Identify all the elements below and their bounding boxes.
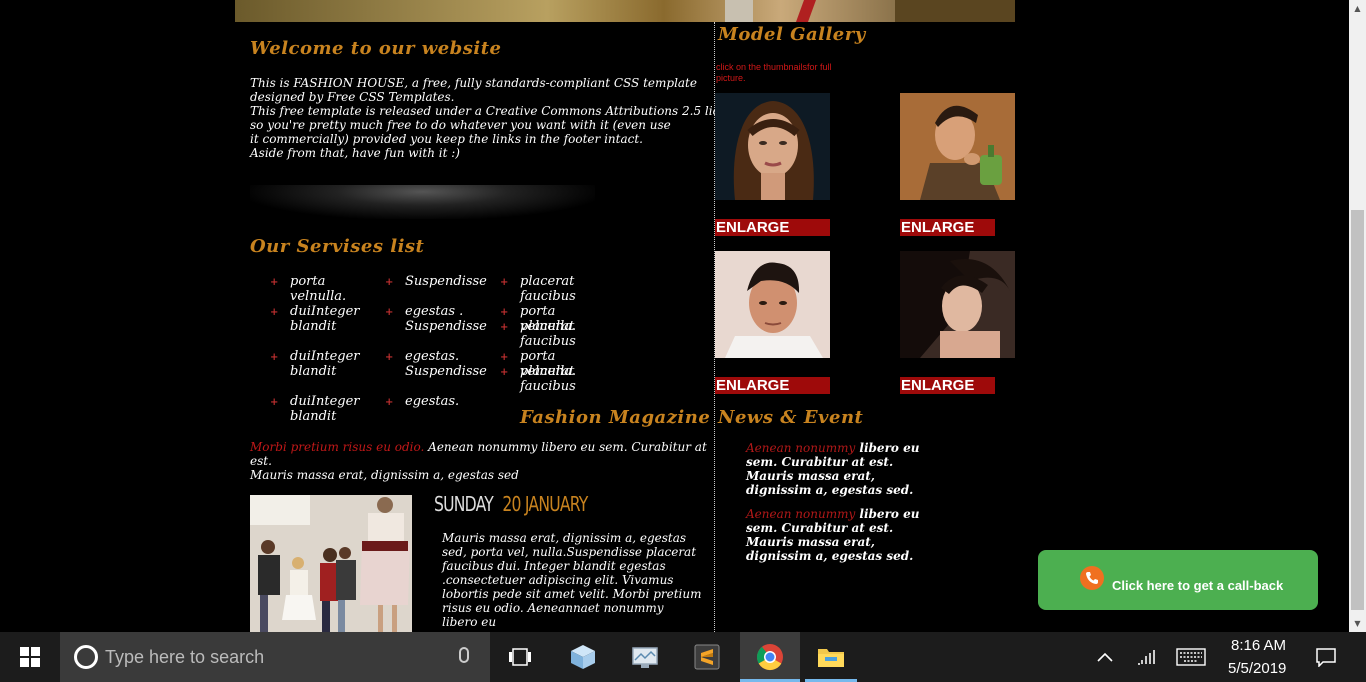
browser-viewport: Welcome to our website This is FASHION H… [0, 0, 1366, 632]
network-icon[interactable] [1127, 632, 1167, 682]
header-banner-image [235, 0, 1015, 22]
list-item: porta velnulla. [500, 349, 610, 379]
article-date: SUNDAY 20 JANUARY [434, 492, 588, 516]
gallery-thumbnail[interactable] [715, 93, 830, 200]
callback-label: Click here to get a call-back [1112, 578, 1284, 593]
microphone-icon[interactable] [459, 647, 469, 663]
enlarge-button[interactable]: ENLARGE [715, 377, 830, 394]
search-placeholder: Type here to search [105, 647, 265, 667]
list-item: duiInteger blandit [270, 394, 360, 424]
gallery-thumbnail[interactable] [715, 251, 830, 358]
cube-app-icon[interactable] [553, 632, 613, 682]
divider-graphic [250, 185, 595, 219]
windows-taskbar: Type here to search 8:16 AM 5/5/2019 [0, 632, 1366, 682]
intro-paragraph: Morbi pretium risus eu odio. Aenean nonu… [250, 440, 707, 482]
fashion-magazine-heading: Fashion Magazine [520, 407, 711, 428]
clock-date[interactable]: 5/5/2019 [1228, 660, 1286, 677]
task-view-icon[interactable] [490, 632, 550, 682]
list-item: porta velnulla. [270, 274, 380, 304]
notification-icon[interactable] [1306, 632, 1346, 682]
list-item: duiInteger blandit [270, 349, 360, 394]
scrollbar-thumb[interactable] [1351, 210, 1364, 610]
article-photo [250, 495, 412, 632]
phone-icon [1080, 566, 1104, 590]
chevron-up-icon[interactable] [1085, 632, 1125, 682]
enlarge-button[interactable]: ENLARGE [715, 219, 830, 236]
list-item: egestas. Suspendisse [385, 349, 487, 394]
list-item: porta velnulla. [500, 304, 610, 334]
clock-time[interactable]: 8:16 AM [1231, 637, 1286, 654]
sublime-text-icon[interactable] [677, 632, 737, 682]
chrome-icon[interactable] [740, 632, 800, 682]
list-item: placerat faucibus [500, 274, 590, 304]
news-link[interactable]: Aenean nonummy [746, 507, 855, 521]
scroll-down-icon[interactable]: ▼ [1349, 615, 1366, 632]
scroll-up-icon[interactable]: ▲ [1349, 0, 1366, 17]
list-item: Suspendisse [385, 274, 500, 304]
gallery-thumbnail[interactable] [900, 93, 1015, 200]
taskbar-search-box[interactable]: Type here to search [60, 632, 490, 682]
enlarge-button[interactable]: ENLARGE [900, 219, 995, 236]
pc-monitor-icon[interactable] [615, 632, 675, 682]
gallery-thumbnail[interactable] [900, 251, 1015, 358]
services-heading: Our Servises list [250, 236, 425, 257]
news-heading: News & Event [718, 407, 864, 428]
welcome-text: This is FASHION HOUSE, a free, fully sta… [250, 76, 752, 160]
cortana-icon [74, 645, 98, 669]
keyboard-icon[interactable] [1170, 632, 1212, 682]
news-item: Aenean nonummy libero eu sem. Curabitur … [746, 441, 920, 497]
list-item: egestas . Suspendisse [385, 304, 487, 349]
enlarge-button[interactable]: ENLARGE [900, 377, 995, 394]
article-text: Mauris massa erat, dignissim a, egestas … [442, 531, 702, 629]
intro-link[interactable]: Morbi pretium risus eu odio. [250, 440, 424, 454]
gallery-hint: click on the thumbnailsfor full picture. [716, 62, 832, 83]
list-item: egestas. [385, 394, 500, 424]
welcome-heading: Welcome to our website [250, 38, 502, 59]
list-item: placerat faucibus [500, 364, 590, 394]
list-item: duiInteger blandit [270, 304, 360, 349]
windows-start-icon[interactable] [0, 632, 60, 682]
vertical-scrollbar[interactable]: ▲ ▼ [1349, 0, 1366, 632]
callback-button[interactable]: Click here to get a call-back [1038, 550, 1318, 610]
gallery-heading: Model Gallery [718, 24, 866, 45]
list-item: placerat faucibus [500, 319, 590, 349]
news-link[interactable]: Aenean nonummy [746, 441, 855, 455]
news-item: Aenean nonummy libero eu sem. Curabitur … [746, 507, 920, 563]
file-explorer-icon[interactable] [801, 632, 861, 682]
